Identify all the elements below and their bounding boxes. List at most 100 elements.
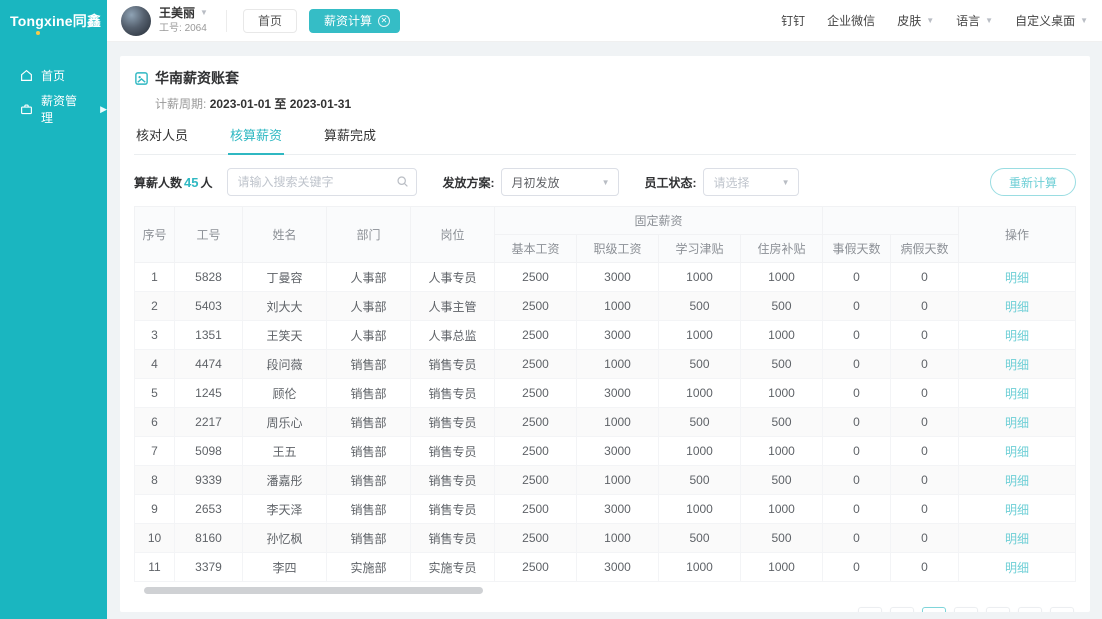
menu-item-custom-desktop[interactable]: 自定义桌面▼ — [1015, 12, 1088, 29]
tab-calc-done[interactable]: 算薪完成 — [322, 125, 378, 154]
cell-study-allowance: 500 — [659, 466, 741, 495]
cell-emp-id: 5403 — [175, 292, 243, 321]
page-next-button[interactable]: › — [1050, 607, 1074, 612]
cell-base-salary: 2500 — [495, 466, 577, 495]
table-row: 7 5098 王五 销售部 销售专员 2500 3000 1000 1000 0… — [135, 437, 1076, 466]
cell-seq: 9 — [135, 495, 175, 524]
page-title: 华南薪资账套 — [155, 68, 239, 88]
page-button-2[interactable]: 2 — [922, 607, 946, 612]
cell-grade-salary: 3000 — [577, 553, 659, 582]
cell-name: 丁曼容 — [243, 263, 327, 292]
chevron-right-icon: ▶ — [100, 104, 107, 115]
detail-link[interactable]: 明细 — [1005, 271, 1029, 285]
cell-name: 周乐心 — [243, 408, 327, 437]
nav-tab-salary-calc[interactable]: 薪资计算 ✕ — [309, 9, 400, 33]
plan-select-value: 月初发放 — [512, 174, 560, 191]
detail-link[interactable]: 明细 — [1005, 474, 1029, 488]
cell-post: 销售专员 — [411, 466, 495, 495]
plan-label: 发放方案: — [443, 174, 495, 191]
cell-post: 销售专员 — [411, 379, 495, 408]
menu-label: 皮肤 — [897, 12, 921, 29]
cell-grade-salary: 3000 — [577, 321, 659, 350]
table-row: 10 8160 孙忆枫 销售部 销售专员 2500 1000 500 500 0… — [135, 524, 1076, 553]
page-button-3[interactable]: 3 — [954, 607, 978, 612]
menu-item-dingtalk[interactable]: 钉钉 — [781, 12, 805, 29]
detail-link[interactable]: 明细 — [1005, 416, 1029, 430]
document-icon — [134, 71, 149, 86]
col-name: 姓名 — [243, 207, 327, 263]
brand-logo: Tongxine同鑫 — [0, 0, 107, 42]
table-row: 4 4474 段问薇 销售部 销售专员 2500 1000 500 500 0 … — [135, 350, 1076, 379]
detail-link[interactable]: 明细 — [1005, 445, 1029, 459]
cell-seq: 3 — [135, 321, 175, 350]
cell-study-allowance: 500 — [659, 524, 741, 553]
pay-period: 计薪周期: 2023-01-01 至 2023-01-31 — [155, 95, 1076, 112]
count-unit: 人 — [200, 174, 212, 191]
col-dept: 部门 — [327, 207, 411, 263]
cell-emp-id: 4474 — [175, 350, 243, 379]
detail-link[interactable]: 明细 — [1005, 358, 1029, 372]
horizontal-scrollbar[interactable] — [134, 587, 1076, 594]
col-group-days — [823, 207, 959, 235]
col-base-salary: 基本工资 — [495, 235, 577, 263]
cell-grade-salary: 1000 — [577, 466, 659, 495]
detail-link[interactable]: 明细 — [1005, 532, 1029, 546]
count-value: 45 — [184, 175, 198, 190]
detail-link[interactable]: 明细 — [1005, 561, 1029, 575]
tab-calc-salary[interactable]: 核算薪资 — [228, 125, 284, 155]
cell-action: 明细 — [959, 495, 1076, 524]
user-avatar[interactable] — [121, 6, 151, 36]
chevron-down-icon: ▼ — [1080, 16, 1088, 25]
cell-dept: 实施部 — [327, 553, 411, 582]
plan-select[interactable]: 月初发放 ▼ — [501, 168, 619, 196]
table-row: 6 2217 周乐心 销售部 销售专员 2500 1000 500 500 0 … — [135, 408, 1076, 437]
chevron-down-icon: ▼ — [602, 178, 610, 187]
cell-personal-leave-days: 0 — [823, 263, 891, 292]
cell-emp-id: 5098 — [175, 437, 243, 466]
page-button-5[interactable]: 5 — [1018, 607, 1042, 612]
detail-link[interactable]: 明细 — [1005, 329, 1029, 343]
employee-id-value: 2064 — [185, 23, 207, 34]
cell-seq: 8 — [135, 466, 175, 495]
nav-tab-home[interactable]: 首页 — [243, 9, 297, 33]
salary-table: 序号 工号 姓名 部门 岗位 固定薪资 操作 基本工资 职级工资 学习津贴 住房… — [134, 206, 1076, 582]
sidebar-item-salary-management[interactable]: 薪资管理 ▶ — [0, 92, 107, 126]
close-icon[interactable]: ✕ — [378, 15, 390, 27]
col-seq: 序号 — [135, 207, 175, 263]
cell-base-salary: 2500 — [495, 379, 577, 408]
table-row: 2 5403 刘大大 人事部 人事主管 2500 1000 500 500 0 … — [135, 292, 1076, 321]
sidebar: Tongxine同鑫 首页 薪资管理 ▶ — [0, 0, 107, 619]
cell-base-salary: 2500 — [495, 495, 577, 524]
search-input[interactable] — [227, 168, 417, 196]
tab-verify-staff[interactable]: 核对人员 — [134, 125, 190, 154]
cell-housing-allowance: 1000 — [741, 437, 823, 466]
scrollbar-thumb[interactable] — [144, 587, 483, 594]
status-select[interactable]: 请选择 ▼ — [703, 168, 799, 196]
menu-item-skin[interactable]: 皮肤▼ — [897, 12, 934, 29]
menu-item-wecom[interactable]: 企业微信 — [827, 12, 875, 29]
sidebar-item-label: 首页 — [41, 67, 65, 84]
cell-seq: 11 — [135, 553, 175, 582]
col-post: 岗位 — [411, 207, 495, 263]
user-name[interactable]: 王美丽 — [159, 6, 195, 21]
page-prev-button[interactable]: ‹ — [858, 607, 882, 612]
recalculate-button[interactable]: 重新计算 — [990, 168, 1076, 196]
sidebar-item-home[interactable]: 首页 — [0, 58, 107, 92]
detail-link[interactable]: 明细 — [1005, 300, 1029, 314]
cell-name: 王五 — [243, 437, 327, 466]
table-row: 5 1245 顾伦 销售部 销售专员 2500 3000 1000 1000 0… — [135, 379, 1076, 408]
table-row: 3 1351 王笑天 人事部 人事总监 2500 3000 1000 1000 … — [135, 321, 1076, 350]
cell-housing-allowance: 500 — [741, 350, 823, 379]
main-content: 华南薪资账套 计薪周期: 2023-01-01 至 2023-01-31 核对人… — [107, 42, 1102, 619]
cell-sick-leave-days: 0 — [891, 408, 959, 437]
cell-dept: 销售部 — [327, 437, 411, 466]
page-button-4[interactable]: 4 — [986, 607, 1010, 612]
cell-study-allowance: 1000 — [659, 553, 741, 582]
cell-emp-id: 1351 — [175, 321, 243, 350]
cell-personal-leave-days: 0 — [823, 408, 891, 437]
menu-item-language[interactable]: 语言▼ — [956, 12, 993, 29]
detail-link[interactable]: 明细 — [1005, 387, 1029, 401]
cell-personal-leave-days: 0 — [823, 321, 891, 350]
detail-link[interactable]: 明细 — [1005, 503, 1029, 517]
page-button-1[interactable]: 1 — [890, 607, 914, 612]
